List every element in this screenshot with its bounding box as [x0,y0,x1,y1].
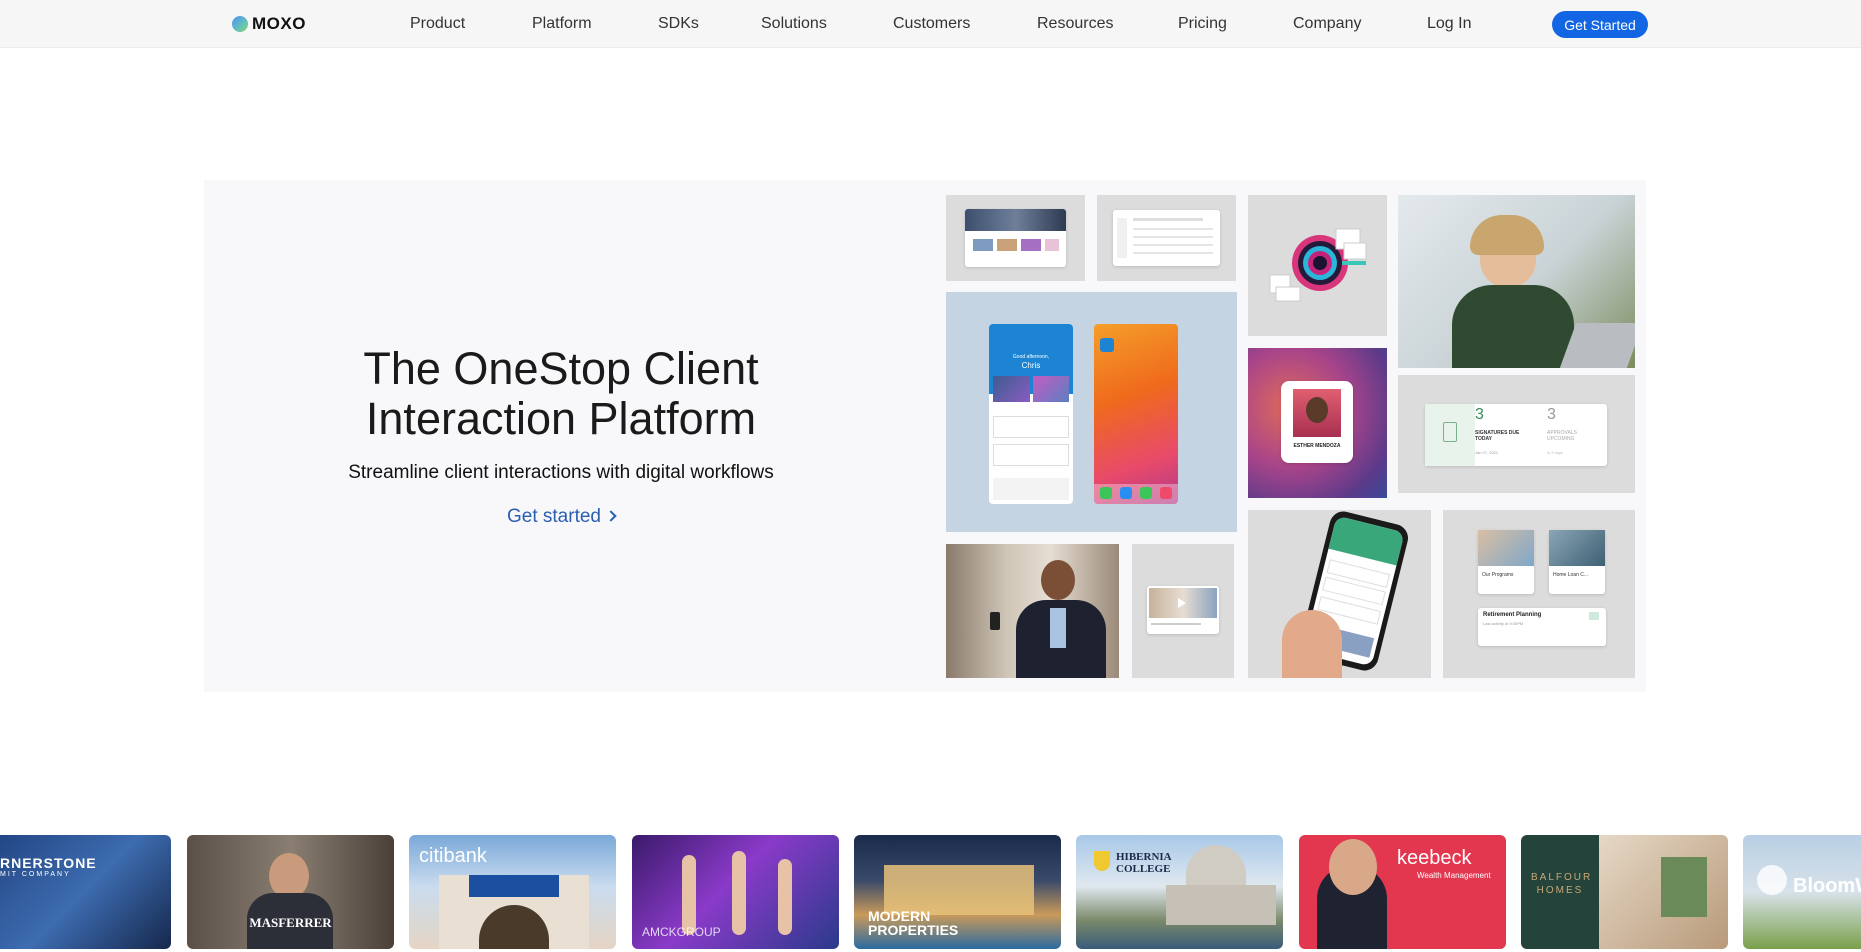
tile-table-preview [1097,195,1236,281]
tile-stats: 3 SIGNATURES DUE TODAY Jan 27, 2021 3 AP… [1398,375,1635,493]
client-amckgroup[interactable]: AMCKGROUP [632,835,839,949]
nav-sdks[interactable]: SDKs [658,15,699,33]
approvals-sub: in 3 days [1547,450,1564,455]
tile-woman-laptop-photo [1398,195,1635,368]
retirement-sub: Last activity at 9:30PM [1483,621,1524,626]
nav-solutions[interactable]: Solutions [761,15,827,33]
client-amckgroup-label: AMCKGROUP [642,925,721,939]
nav-product[interactable]: Product [410,15,465,33]
phone-greeting: Good afternoon, [1012,354,1050,360]
nav-login[interactable]: Log In [1427,15,1471,33]
client-hibernia-college[interactable]: HIBERNIA COLLEGE [1076,835,1283,949]
hero-title-line-1: The OneStop Client [363,343,759,394]
client-citibank[interactable]: citibank [409,835,616,949]
program-card-1: Our Programs [1478,530,1534,594]
tile-engagement-graphic [1248,195,1387,336]
tile-website-preview [946,195,1085,281]
signatures-count: 3 [1475,406,1484,423]
client-bloom[interactable]: BloomW [1743,835,1861,949]
client-modern-properties[interactable]: MODERN PROPERTIES [854,835,1061,949]
client-modern-properties-label: MODERN PROPERTIES [868,908,959,938]
retirement-title: Retirement Planning [1483,612,1542,618]
client-cornerstone[interactable]: RNERSTONE MIT COMPANY [0,835,171,949]
contact-card: ESTHER MENDOZA [1281,381,1353,463]
signatures-date: Jan 27, 2021 [1475,450,1499,455]
hero-title-line-2: Interaction Platform [365,393,757,444]
nav-company[interactable]: Company [1293,15,1361,33]
hero-subtitle: Streamline client interactions with digi… [348,462,774,483]
app-icon [1100,338,1114,352]
client-masferrer[interactable]: MASFERRER [187,835,394,949]
program-2-title: Home Loan C... [1553,572,1589,578]
approvals-label: APPROVALS UPCOMING [1547,430,1577,442]
signatures-label: SIGNATURES DUE TODAY [1475,430,1520,442]
client-balfour-homes[interactable]: BALFOUR HOMES [1521,835,1728,949]
play-icon [1178,598,1186,608]
tile-programs: Our Programs Home Loan C... Retirement P… [1443,510,1635,678]
client-citibank-label: citibank [419,845,487,867]
hero-link-label: Get started [507,506,601,527]
client-keebeck-sub: Wealth Management [1417,871,1491,880]
phone-user-name: Chris [1021,361,1041,370]
client-cornerstone-sub: MIT COMPANY [0,871,71,878]
client-masferrer-label: MASFERRER [249,915,332,930]
client-hibernia-label: HIBERNIA COLLEGE [1116,851,1172,875]
phone-screen-homescreen [1094,324,1178,504]
avatar [1293,389,1341,437]
client-cornerstone-label: RNERSTONE [0,855,97,871]
nav-pricing[interactable]: Pricing [1178,15,1227,33]
top-navigation: MOXO Product Platform SDKs Solutions Cus… [0,0,1861,48]
tile-video-preview [1132,544,1234,678]
client-keebeck[interactable]: keebeck Wealth Management [1299,835,1506,949]
customer-logo-strip: RNERSTONE MIT COMPANY MASFERRER citibank… [0,835,1861,949]
hero-section: The OneStop Client Interaction Platform … [204,180,1646,692]
program-1-title: Our Programs [1482,572,1514,578]
concentric-rings-graphic [1269,228,1367,302]
moxo-logo-icon [232,16,248,32]
tile-hand-phone-photo [1248,510,1431,678]
shield-icon [1094,851,1110,871]
clipboard-icon [1443,422,1457,442]
approvals-count: 3 [1547,406,1556,423]
client-bloom-label: BloomW [1793,875,1861,897]
retirement-card: Retirement Planning Last activity at 9:3… [1478,608,1606,646]
tile-man-phone-photo [946,544,1119,678]
video-card [1147,586,1219,634]
hero-title: The OneStop Client Interaction Platform [204,344,918,444]
hero-get-started-link[interactable]: Get started [204,506,918,528]
nav-customers[interactable]: Customers [893,15,970,33]
client-keebeck-label: keebeck [1397,847,1472,869]
table-preview-card [1113,210,1220,266]
tile-mobile-app-preview: Good afternoon, Chris [946,292,1237,532]
website-preview-card [965,209,1066,267]
moxo-logo[interactable]: MOXO [232,14,306,34]
phone-screen-dashboard: Good afternoon, Chris [989,324,1073,504]
nav-resources[interactable]: Resources [1037,15,1113,33]
nav-platform[interactable]: Platform [532,15,592,33]
get-started-button[interactable]: Get Started [1552,11,1648,38]
brand-name: MOXO [252,14,306,33]
stats-card: 3 SIGNATURES DUE TODAY Jan 27, 2021 3 AP… [1425,404,1607,466]
client-balfour-label: BALFOUR HOMES [1531,872,1593,896]
tile-contact-card: ESTHER MENDOZA [1248,348,1387,498]
program-card-2: Home Loan C... [1549,530,1605,594]
contact-name: ESTHER MENDOZA [1293,443,1341,449]
tree-icon [1757,865,1787,895]
chevron-right-icon [605,510,617,522]
